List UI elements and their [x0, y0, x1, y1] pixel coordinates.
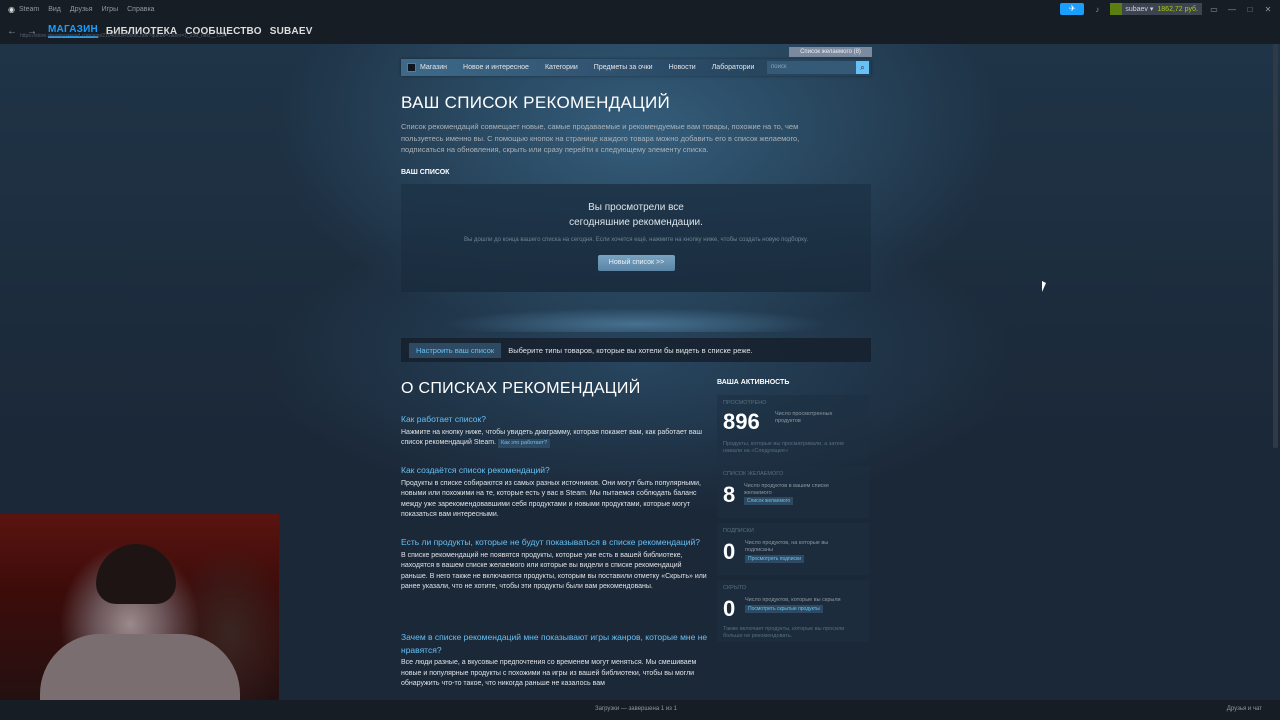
store-nav: Магазин Новое и интересное Категории Пре…	[401, 59, 871, 76]
faq-item: Есть ли продукты, которые не будут показ…	[401, 536, 709, 593]
store-nav-labs[interactable]: Лаборатории	[712, 64, 755, 71]
stat-desc: Число продуктов в вашем списке желаемого	[744, 483, 829, 496]
menubar-right: ✈ ♪ subaev ▾ 1862,72 руб. ▭ — □ ✕	[1060, 3, 1274, 15]
store-nav-news[interactable]: Новости	[669, 64, 696, 71]
stat-wishlist: СПИСОК ЖЕЛАЕМОГО 8 Число продуктов в ваш…	[717, 466, 869, 518]
stat-note: Продукты, которые вы просматривали, а за…	[723, 441, 844, 454]
app-name: Steam	[18, 5, 40, 13]
webcam-overlay	[0, 514, 279, 700]
faq-answer: В списке рекомендаций не появятся продук…	[401, 551, 707, 591]
new-queue-button[interactable]: Новый список >>	[598, 255, 675, 271]
stat-label: СПИСОК ЖЕЛАЕМОГО	[723, 471, 784, 477]
queue-finished-sub: Вы дошли до конца вашего списка на сегод…	[463, 237, 808, 243]
queue-finished-line2: сегодняшние рекомендации.	[569, 217, 703, 228]
about-title: О СПИСКАХ РЕКОМЕНДАЦИЙ	[401, 380, 641, 397]
username: subaev	[1125, 5, 1148, 13]
bell-icon[interactable]: ♪	[1090, 5, 1104, 14]
minimize-icon[interactable]: —	[1226, 5, 1238, 14]
store-icon	[407, 63, 416, 72]
close-icon[interactable]: ✕	[1262, 5, 1274, 14]
chevron-down-icon: ▾	[1147, 6, 1154, 13]
search-icon[interactable]: ⌕	[856, 61, 869, 74]
mouse-cursor-icon	[1042, 281, 1046, 292]
stat-note: Также включает продукты, которые вы прос…	[723, 626, 845, 639]
customize-text: Выберите типы товаров, которые вы хотели…	[508, 345, 753, 355]
panel-glow	[401, 292, 871, 332]
webcam-person-body	[40, 634, 240, 700]
view-hidden-link[interactable]: Посмотреть скрытые продукты	[745, 605, 823, 613]
faq-item: Как создаётся список рекомендаций? Проду…	[401, 464, 709, 521]
faq-question[interactable]: Зачем в списке рекомендаций мне показыва…	[401, 631, 709, 656]
stat-count: 8	[723, 482, 736, 507]
client-navbar: ← → МАГАЗИН БИБЛИОТЕКА СООБЩЕСТВО SUBAEV	[0, 18, 1280, 44]
customize-queue-button[interactable]: Настроить ваш список	[409, 342, 502, 358]
faq-item: Зачем в списке рекомендаций мне показыва…	[401, 631, 709, 690]
wishlist-button[interactable]: Список желаемого (8)	[789, 47, 872, 57]
faq-answer-text: Нажмите на кнопку ниже, чтобы увидеть ди…	[401, 428, 702, 447]
menu-help[interactable]: Справка	[127, 6, 154, 13]
stat-followed: ПОДПИСКИ 0 Число продуктов, на которые в…	[717, 523, 869, 575]
stat-label: ПРОСМОТРЕНО	[723, 400, 767, 406]
search-input[interactable]: поиск	[767, 61, 856, 74]
queue-finished-message: Вы просмотрели все сегодняшние рекоменда…	[401, 200, 871, 230]
stat-count: 0	[723, 539, 736, 564]
monitor-icon[interactable]: ▭	[1208, 5, 1220, 14]
store-nav-points[interactable]: Предметы за очки	[594, 64, 653, 71]
store-nav-categories[interactable]: Категории	[545, 64, 578, 71]
downloads-status[interactable]: Загрузки — завершена 1 из 1	[595, 706, 677, 712]
queue-finished-line1: Вы просмотрели все	[588, 202, 684, 213]
tab-profile[interactable]: SUBAEV	[270, 26, 313, 37]
stat-viewed: ПРОСМОТРЕНО 896 Число просмотренных прод…	[717, 395, 869, 460]
stat-desc: Число просмотренных продуктов	[775, 411, 833, 424]
view-follows-link[interactable]: Просмотреть подписки	[745, 555, 805, 563]
scrollbar[interactable]	[1273, 44, 1278, 448]
faq-item: Как работает список? Нажмите на кнопку н…	[401, 413, 709, 449]
activity-title: ВАША АКТИВНОСТЬ	[717, 379, 790, 386]
webcam-person-hair	[96, 544, 176, 604]
page-title: ВАШ СПИСОК РЕКОМЕНДАЦИЙ	[401, 93, 671, 112]
faq-answer: Все люди разные, а вкусовые предпочтения…	[401, 659, 697, 687]
maximize-icon[interactable]: □	[1244, 5, 1256, 14]
stat-hidden: СКРЫТО 0 Число продуктов, которые вы скр…	[717, 580, 869, 642]
stat-desc: Число продуктов, которые вы скрыли	[745, 597, 841, 603]
store-nav-new[interactable]: Новое и интересное	[463, 64, 529, 71]
stat-desc: Число продуктов, на которые вы подписаны	[745, 540, 829, 553]
window-menubar: ◉ Steam Вид Друзья Игры Справка ✈ ♪ suba…	[0, 0, 1280, 18]
stat-label: СКРЫТО	[723, 585, 747, 591]
url-line: https://store.steampowered.com/app/21048…	[20, 33, 228, 39]
menu-games[interactable]: Игры	[102, 6, 119, 13]
how-it-works-button[interactable]: Как это работает?	[497, 439, 551, 448]
wishlist-link[interactable]: Список желаемого	[744, 497, 794, 505]
store-nav-store[interactable]: Магазин	[420, 64, 447, 71]
stat-count: 0	[723, 596, 736, 621]
your-list-heading: ВАШ СПИСОК	[401, 169, 450, 176]
faq-question[interactable]: Как создаётся список рекомендаций?	[401, 464, 709, 477]
back-arrow-icon[interactable]: ←	[7, 26, 17, 37]
faq-answer: Продукты в списке собираются из самых ра…	[401, 479, 701, 519]
stat-count: 896	[723, 409, 760, 434]
stat-label: ПОДПИСКИ	[723, 528, 754, 534]
user-menu[interactable]: subaev ▾ 1862,72 руб.	[1110, 3, 1202, 15]
menu-friends[interactable]: Друзья	[70, 6, 93, 13]
queue-finished-panel: Вы просмотрели все сегодняшние рекоменда…	[401, 184, 871, 292]
wallet-balance: 1862,72 руб.	[1157, 5, 1198, 13]
faq-answer: Нажмите на кнопку ниже, чтобы увидеть ди…	[401, 428, 709, 449]
menu-view[interactable]: Вид	[48, 6, 61, 13]
intro-text: Список рекомендаций совмещает новые, сам…	[401, 122, 800, 154]
faq-question[interactable]: Как работает список?	[401, 413, 709, 426]
steam-logo-icon: ◉	[8, 4, 15, 14]
friends-chat-button[interactable]: Друзья и чат	[1227, 706, 1262, 712]
broadcast-icon[interactable]: ✈	[1060, 3, 1085, 15]
faq-question[interactable]: Есть ли продукты, которые не будут показ…	[401, 536, 709, 549]
store-search[interactable]: поиск ⌕	[767, 61, 869, 74]
bottom-bar: Загрузки — завершена 1 из 1 Друзья и чат	[0, 700, 1280, 720]
avatar	[1110, 3, 1123, 15]
customize-bar: Настроить ваш список Выберите типы товар…	[401, 338, 871, 362]
